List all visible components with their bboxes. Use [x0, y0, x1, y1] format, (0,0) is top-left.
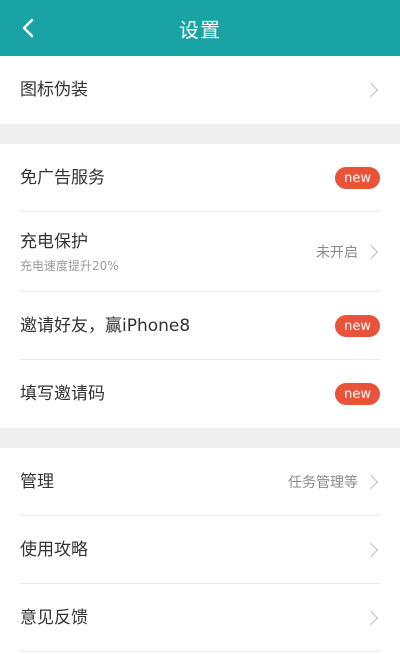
back-button[interactable]	[0, 0, 56, 56]
row-user-guide[interactable]: 使用攻略	[0, 516, 400, 584]
row-management[interactable]: 管理 任务管理等	[0, 448, 400, 516]
row-enter-invite-code[interactable]: 填写邀请码 new	[0, 360, 400, 428]
row-feedback[interactable]: 意见反馈	[0, 584, 400, 652]
row-value: 任务管理等	[288, 475, 358, 491]
row-charge-protection[interactable]: 充电保护 充电速度提升20% 未开启	[0, 212, 400, 292]
status-value: 未开启	[316, 245, 358, 261]
row-label: 免广告服务	[20, 168, 105, 188]
settings-list: 图标伪装 免广告服务 new 充电保护 充电速度提升20% 未开启 邀请好友，赢…	[0, 56, 400, 652]
row-label: 充电保护	[20, 231, 88, 252]
row-icon-disguise[interactable]: 图标伪装	[0, 56, 400, 124]
new-badge: new	[335, 383, 380, 405]
new-badge: new	[335, 315, 380, 337]
row-label: 管理	[20, 472, 54, 492]
row-sublabel: 充电速度提升20%	[20, 258, 119, 273]
chevron-right-icon	[363, 542, 379, 558]
row-label: 使用攻略	[20, 540, 88, 560]
chevron-right-icon	[363, 610, 379, 626]
page-title: 设置	[179, 17, 221, 42]
settings-screen: 设置 图标伪装 免广告服务 new 充电保护 充电速度提升20% 未开启 邀请好…	[0, 0, 400, 654]
row-label: 意见反馈	[20, 608, 88, 628]
new-badge: new	[335, 167, 380, 189]
chevron-right-icon	[363, 244, 379, 260]
row-invite-friends[interactable]: 邀请好友，赢iPhone8 new	[0, 292, 400, 360]
row-label: 邀请好友，赢iPhone8	[20, 316, 191, 336]
chevron-right-icon	[363, 474, 379, 490]
chevron-right-icon	[363, 82, 379, 98]
section-gap	[0, 124, 400, 144]
chevron-left-icon	[22, 18, 34, 38]
row-label: 图标伪装	[20, 80, 88, 100]
header-bar: 设置	[0, 0, 400, 56]
row-ad-free-service[interactable]: 免广告服务 new	[0, 144, 400, 212]
row-label: 填写邀请码	[20, 384, 105, 404]
divider	[20, 651, 380, 652]
section-gap	[0, 428, 400, 448]
